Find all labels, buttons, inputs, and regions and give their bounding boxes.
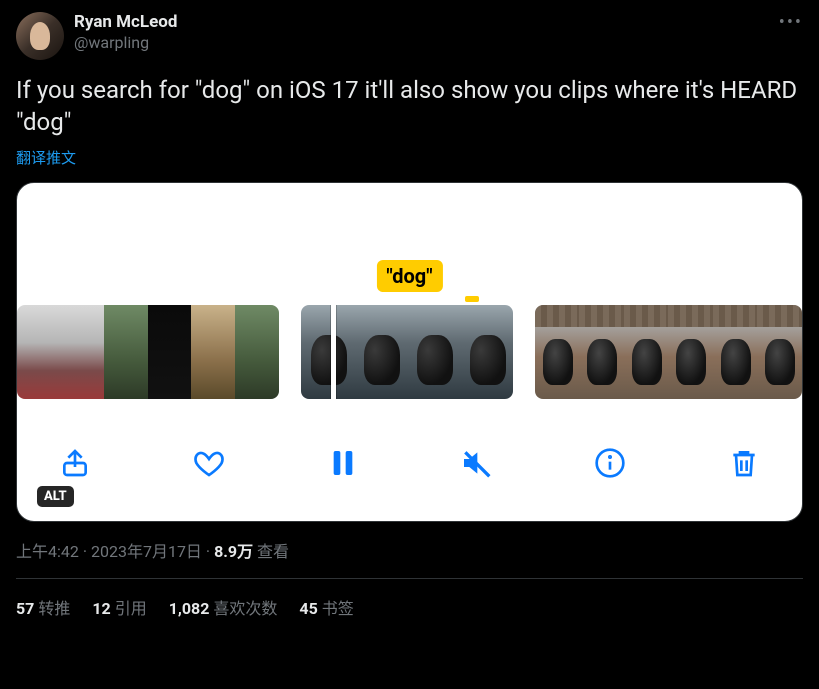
user-handle: @warpling [74, 33, 177, 53]
tweet-stats: 57转推 12引用 1,082喜欢次数 45书签 [16, 579, 803, 619]
stat-quotes[interactable]: 12引用 [92, 595, 146, 619]
video-frame [61, 305, 105, 399]
tweet-date[interactable]: 2023年7月17日 [91, 542, 202, 561]
video-frame [713, 305, 758, 399]
tweet-time[interactable]: 上午4:42 [16, 542, 79, 561]
share-icon[interactable] [57, 445, 93, 481]
media-card[interactable]: "dog" [16, 182, 803, 522]
media-toolbar [17, 433, 802, 493]
video-timeline[interactable] [17, 305, 802, 399]
tweet-meta: 上午4:42 · 2023年7月17日 · 8.9万 查看 [16, 538, 803, 562]
translate-link[interactable]: 翻译推文 [16, 147, 803, 168]
video-frame [191, 305, 235, 399]
trash-icon[interactable] [726, 445, 762, 481]
video-frame [148, 305, 192, 399]
video-frame [668, 305, 713, 399]
tweet-text: If you search for "dog" on iOS 17 it'll … [16, 74, 803, 139]
playhead[interactable] [331, 305, 336, 399]
heart-icon[interactable] [191, 445, 227, 481]
clip-group[interactable] [301, 305, 513, 399]
clip-group[interactable] [17, 305, 279, 399]
info-icon[interactable] [592, 445, 628, 481]
stat-likes[interactable]: 1,082喜欢次数 [169, 595, 278, 619]
clip-group[interactable] [535, 305, 802, 399]
mute-icon[interactable] [458, 445, 494, 481]
tweet: Ryan McLeod @warpling ••• If you search … [0, 0, 819, 631]
stat-bookmarks[interactable]: 45书签 [299, 595, 353, 619]
views-count: 8.9万 [214, 542, 253, 561]
video-frame [235, 305, 279, 399]
video-frame [407, 305, 460, 399]
search-term-label: "dog" [376, 260, 442, 292]
views-label: 查看 [257, 542, 289, 561]
video-frame [757, 305, 802, 399]
video-frame [301, 305, 354, 399]
tweet-header: Ryan McLeod @warpling ••• [16, 12, 803, 60]
video-frame [460, 305, 513, 399]
more-icon[interactable]: ••• [779, 12, 803, 33]
video-frame [17, 305, 61, 399]
video-frame [535, 305, 580, 399]
alt-badge[interactable]: ALT [37, 486, 74, 507]
user-block[interactable]: Ryan McLeod @warpling [74, 12, 177, 53]
pause-icon[interactable] [325, 445, 361, 481]
display-name: Ryan McLeod [74, 12, 177, 33]
playhead-marker [465, 296, 479, 302]
stat-retweets[interactable]: 57转推 [16, 595, 70, 619]
video-frame [354, 305, 407, 399]
video-frame [624, 305, 669, 399]
video-frame [579, 305, 624, 399]
video-frame [104, 305, 148, 399]
avatar[interactable] [16, 12, 64, 60]
